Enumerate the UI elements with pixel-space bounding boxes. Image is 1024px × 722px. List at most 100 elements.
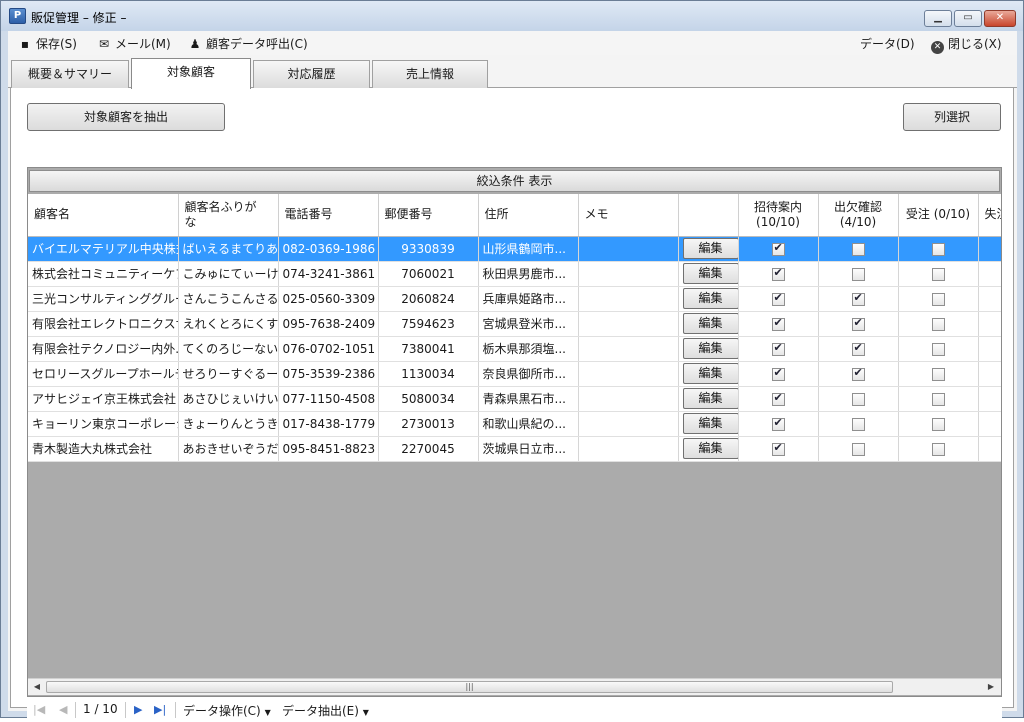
attend-checkbox[interactable] [851, 267, 865, 281]
tab-overview[interactable]: 概要＆サマリー [11, 60, 129, 88]
cell-name[interactable]: アサヒジェイ京王株式会社 [28, 386, 179, 412]
cell-memo[interactable] [578, 311, 679, 337]
col-header-zip[interactable]: 郵便番号 [378, 194, 479, 237]
cell-zip[interactable]: 1130034 [378, 361, 479, 387]
cell-kana[interactable]: せろりーすぐるー... [178, 361, 279, 387]
col-header-phone[interactable]: 電話番号 [278, 194, 379, 237]
order-checkbox[interactable] [931, 267, 945, 281]
cell-memo[interactable] [578, 261, 679, 287]
cell-zip[interactable]: 5080034 [378, 386, 479, 412]
mail-button[interactable]: ✉ メール(M) [97, 35, 171, 52]
col-header-kana[interactable]: 顧客名ふりが な [178, 194, 279, 237]
table-row[interactable]: 青木製造大丸株式会社あおきせいぞうだ...095-8451-8823227004… [28, 436, 1001, 462]
cell-lost[interactable] [978, 286, 1001, 312]
cell-name[interactable]: 有限会社エレクトロニクスサ... [28, 311, 179, 337]
order-checkbox[interactable] [931, 392, 945, 406]
cell-phone[interactable]: 082-0369-1986 [278, 236, 379, 262]
attend-checkbox[interactable] [851, 366, 865, 381]
order-checkbox[interactable] [931, 442, 945, 456]
cell-kana[interactable]: きょーりんとうきょ... [178, 411, 279, 437]
col-header-address[interactable]: 住所 [478, 194, 579, 237]
cell-phone[interactable]: 017-8438-1779 [278, 411, 379, 437]
edit-button[interactable]: 編集 [682, 438, 737, 459]
cell-address[interactable]: 兵庫県姫路市... [478, 286, 579, 312]
table-row[interactable]: 有限会社プライムフェリー兼松ぷらいむふぇりー...077-0118-440510… [28, 461, 1001, 462]
cell-lost[interactable] [978, 261, 1001, 287]
last-page-icon[interactable]: ▶| [154, 703, 166, 716]
cell-zip[interactable]: 7380041 [378, 336, 479, 362]
cell-lost[interactable] [978, 386, 1001, 412]
cell-zip[interactable]: 2730013 [378, 411, 479, 437]
cell-phone[interactable]: 075-3539-2386 [278, 361, 379, 387]
cell-address[interactable]: 茨城県日立市... [478, 436, 579, 462]
save-button[interactable]: ▪ 保存(S) [18, 35, 77, 52]
cell-memo[interactable] [578, 386, 679, 412]
first-page-icon[interactable]: |◀ [33, 703, 45, 716]
col-header-invite[interactable]: 招待案内 (10/10) [738, 194, 819, 237]
edit-button[interactable]: 編集 [682, 263, 737, 284]
table-row[interactable]: セロリースグループホールディ...せろりーすぐるー...075-3539-238… [28, 361, 1001, 387]
cell-kana[interactable]: てくのろじーない... [178, 336, 279, 362]
invite-checkbox[interactable] [771, 266, 785, 281]
tab-history[interactable]: 対応履歴 [253, 60, 370, 88]
table-row[interactable]: 三光コンサルティンググルー...さんこうこんさるて...025-0560-330… [28, 286, 1001, 312]
cell-address[interactable]: 栃木県那須塩... [478, 336, 579, 362]
cell-zip[interactable]: 2270045 [378, 436, 479, 462]
table-row[interactable]: 有限会社エレクトロニクスサ...えれくとろにくすさ...095-7638-240… [28, 311, 1001, 337]
tab-sales[interactable]: 売上情報 [372, 60, 488, 88]
cell-kana[interactable]: さんこうこんさるて... [178, 286, 279, 312]
cell-kana[interactable]: こみゅにてぃーけ... [178, 261, 279, 287]
attend-checkbox[interactable] [851, 392, 865, 406]
table-row[interactable]: 有限会社テクノロジー内外...てくのろじーない...076-0702-10517… [28, 336, 1001, 362]
cell-kana[interactable]: ぷらいむふぇりー... [178, 461, 279, 462]
cell-phone[interactable]: 095-8451-8823 [278, 436, 379, 462]
attend-checkbox[interactable] [851, 242, 865, 256]
maximize-button[interactable]: ▭ [954, 10, 982, 27]
cell-address[interactable]: 宮城県登米市... [478, 311, 579, 337]
edit-button[interactable]: 編集 [682, 313, 737, 334]
cell-kana[interactable]: あおきせいぞうだ... [178, 436, 279, 462]
edit-button[interactable]: 編集 [682, 363, 737, 384]
attend-checkbox[interactable] [851, 417, 865, 431]
cell-zip[interactable]: 7060021 [378, 261, 479, 287]
cell-memo[interactable] [578, 361, 679, 387]
close-button[interactable]: ✕ 閉じる(X) [931, 35, 1002, 54]
cell-address[interactable]: 青森県黒石市... [478, 386, 579, 412]
col-header-name[interactable]: 顧客名 [28, 194, 179, 237]
cell-phone[interactable]: 074-3241-3861 [278, 261, 379, 287]
filter-toggle-bar[interactable]: 絞込条件 表示 [29, 170, 1000, 192]
cell-memo[interactable] [578, 336, 679, 362]
cell-memo[interactable] [578, 411, 679, 437]
cell-name[interactable]: 株式会社コミュニティーケア... [28, 261, 179, 287]
horizontal-scrollbar[interactable]: ◀ ||| ▶ [28, 678, 1001, 695]
extract-customers-button[interactable]: 対象顧客を抽出 [27, 103, 225, 131]
cell-address[interactable]: 奈良県御所市... [478, 361, 579, 387]
cell-address[interactable]: 山形県鶴岡市... [478, 236, 579, 262]
minimize-button[interactable]: ▁ [924, 10, 952, 27]
edit-button[interactable]: 編集 [682, 238, 737, 259]
cell-name[interactable]: 有限会社テクノロジー内外... [28, 336, 179, 362]
scroll-left-arrow-icon[interactable]: ◀ [30, 680, 44, 694]
col-header-order[interactable]: 受注 (0/10) [898, 194, 979, 237]
data-ops-dropdown[interactable]: データ操作(C) ▼ [183, 702, 271, 719]
cell-phone[interactable]: 095-7638-2409 [278, 311, 379, 337]
table-row[interactable]: バイエルマテリアル中央株式...ばいえるまてりあ...082-0369-1986… [28, 236, 1001, 262]
cell-memo[interactable] [578, 461, 679, 462]
attend-checkbox[interactable] [851, 316, 865, 331]
cell-kana[interactable]: ばいえるまてりあ... [178, 236, 279, 262]
attend-checkbox[interactable] [851, 291, 865, 306]
customer-export-button[interactable]: ♟ 顧客データ呼出(C) [188, 35, 308, 52]
invite-checkbox[interactable] [771, 241, 785, 256]
attend-checkbox[interactable] [851, 341, 865, 356]
close-window-button[interactable]: ✕ [984, 10, 1016, 27]
invite-checkbox[interactable] [771, 316, 785, 331]
cell-zip[interactable]: 1066154 [378, 461, 479, 462]
cell-lost[interactable] [978, 436, 1001, 462]
cell-memo[interactable] [578, 236, 679, 262]
cell-phone[interactable]: 077-0118-4405 [278, 461, 379, 462]
next-page-icon[interactable]: ▶ [134, 703, 142, 716]
table-row[interactable]: 株式会社コミュニティーケア...こみゅにてぃーけ...074-3241-3861… [28, 261, 1001, 287]
cell-lost[interactable] [978, 311, 1001, 337]
scroll-right-arrow-icon[interactable]: ▶ [984, 680, 998, 694]
edit-button[interactable]: 編集 [682, 288, 737, 309]
